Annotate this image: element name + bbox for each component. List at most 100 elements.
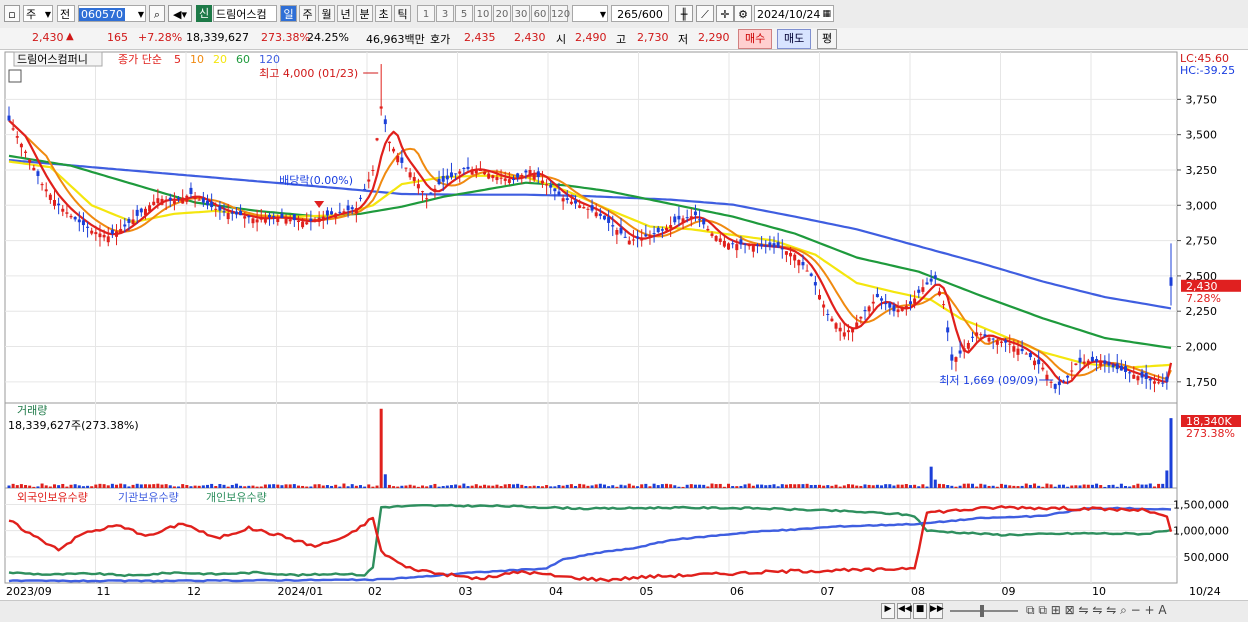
candle-body xyxy=(553,188,557,192)
candle-body xyxy=(1095,359,1099,362)
tab-count[interactable]: 1 xyxy=(417,5,435,22)
candle-body xyxy=(636,236,640,239)
flat-button[interactable]: 평 xyxy=(817,29,838,49)
volume: 18,339,627 xyxy=(186,31,249,44)
candle-body xyxy=(648,234,652,238)
legend-ma-60: 60 xyxy=(236,53,250,66)
candle-body xyxy=(1012,346,1016,352)
volume-bar xyxy=(760,484,764,488)
bottom-bar: ▶ ◀◀ ■ ▶▶ ⧉ ⧉ ⊞ ⊠ ⇋ ⇋ ⇋ ⌕ − + A xyxy=(0,600,1248,622)
tab-count[interactable]: 20 xyxy=(493,5,511,22)
candle-body xyxy=(987,337,991,342)
buy-button[interactable]: 매수 xyxy=(738,29,773,49)
tab-count[interactable]: 120 xyxy=(550,5,570,22)
candle-body xyxy=(594,212,598,217)
tab-period[interactable]: 월 xyxy=(318,5,335,22)
volume-bar xyxy=(971,483,975,488)
tab-count[interactable]: 30 xyxy=(512,5,530,22)
volume-bar xyxy=(15,485,19,488)
candle-body xyxy=(619,227,623,234)
volume-bar xyxy=(106,485,110,488)
volume-bar xyxy=(838,486,842,488)
volume-bar xyxy=(598,483,602,488)
tab-period[interactable]: 분 xyxy=(356,5,373,22)
candle-body xyxy=(110,229,114,234)
layout-icon[interactable]: ⧉ ⧉ ⊞ ⊠ ⇋ ⇋ ⇋ ⌕ − + A xyxy=(1026,603,1167,618)
line-tool-icon[interactable]: ⟋ xyxy=(696,5,714,22)
calendar-icon[interactable]: ▦ xyxy=(822,6,831,23)
volume-bar xyxy=(1082,484,1086,488)
market-select[interactable]: 주 ▼ xyxy=(23,5,53,22)
candle-body xyxy=(536,171,540,178)
candle-body xyxy=(90,230,94,234)
volume-bar xyxy=(412,485,416,488)
volume-bar xyxy=(896,484,900,488)
candle-body xyxy=(789,252,793,257)
tab-period[interactable]: 년 xyxy=(337,5,354,22)
fast-forward-icon[interactable]: ▶▶ xyxy=(929,603,944,619)
volume-bar xyxy=(793,484,797,488)
stop-icon[interactable]: ■ xyxy=(913,603,927,619)
volume-bar xyxy=(755,484,759,488)
gear-icon[interactable]: ⚙ xyxy=(734,5,752,22)
search-icon[interactable]: ⌕ xyxy=(149,5,165,22)
rewind-icon[interactable]: ◀◀ xyxy=(897,603,912,619)
view-select[interactable]: 전 xyxy=(57,5,75,22)
candle-body xyxy=(731,243,735,245)
volume-bar xyxy=(631,485,635,488)
candle-body xyxy=(867,306,871,312)
candle-body xyxy=(706,228,710,231)
volume-bar xyxy=(156,483,160,488)
tab-count[interactable]: 5 xyxy=(455,5,473,22)
candle-body xyxy=(565,198,569,200)
code-input[interactable]: 060570 ▼ xyxy=(78,5,146,22)
candle-body xyxy=(57,203,61,206)
zoom-slider[interactable] xyxy=(950,610,1018,612)
candle-body xyxy=(532,173,536,180)
tab-count[interactable]: 60 xyxy=(531,5,549,22)
foreign-legend: 외국인보유수량 xyxy=(17,491,88,504)
stock-name: 드림어스컴 xyxy=(213,5,277,22)
crosshair-icon[interactable]: ✛ xyxy=(716,5,734,22)
volume-bar xyxy=(495,484,499,488)
candle-body xyxy=(131,219,135,225)
date-input[interactable]: 2024/10/24 ▦ xyxy=(754,5,834,22)
bar-count[interactable]: 265/600 xyxy=(611,5,669,22)
window-icon[interactable]: ▫ xyxy=(4,5,20,22)
candle-body xyxy=(751,245,755,252)
volume-bar xyxy=(880,485,884,488)
volume-bar xyxy=(561,485,565,488)
tab-count[interactable]: 3 xyxy=(436,5,454,22)
volume-bar xyxy=(1066,486,1070,488)
volume-bar xyxy=(979,483,983,488)
tab-period[interactable]: 초 xyxy=(375,5,392,22)
scroll-right-icon[interactable]: ▶ xyxy=(881,603,895,619)
candle-body xyxy=(631,239,635,241)
candle-body xyxy=(1053,383,1057,389)
candle-body xyxy=(379,106,383,109)
sell-button[interactable]: 매도 xyxy=(777,29,812,49)
candle-body xyxy=(722,240,726,247)
candle-icon[interactable]: ╫ xyxy=(675,5,693,22)
candle-body xyxy=(292,214,296,221)
speaker-icon[interactable]: ◀▾ xyxy=(168,5,192,22)
tab-period[interactable]: 일 xyxy=(280,5,297,22)
tab-period[interactable]: 주 xyxy=(299,5,316,22)
count-select[interactable]: ▼ xyxy=(572,5,608,22)
volume-bar xyxy=(975,486,979,488)
volume-bar xyxy=(867,484,871,488)
candle-body xyxy=(1061,380,1065,382)
candle-body xyxy=(875,293,879,298)
tab-count[interactable]: 10 xyxy=(474,5,492,22)
volume-bar xyxy=(1132,485,1136,488)
stock-chart[interactable]: 3,7503,5003,2503,0002,7502,5002,2502,000… xyxy=(0,50,1248,600)
chart-title: 드림어스컴퍼니 xyxy=(17,53,88,66)
volume-bar xyxy=(433,483,437,488)
candle-body xyxy=(851,328,855,333)
zoom-slider-handle[interactable] xyxy=(980,605,984,617)
tab-period[interactable]: 틱 xyxy=(394,5,411,22)
volume-bar xyxy=(404,485,408,488)
volume-bar xyxy=(309,486,313,488)
volume-bar xyxy=(466,486,470,488)
candle-body xyxy=(458,171,462,174)
